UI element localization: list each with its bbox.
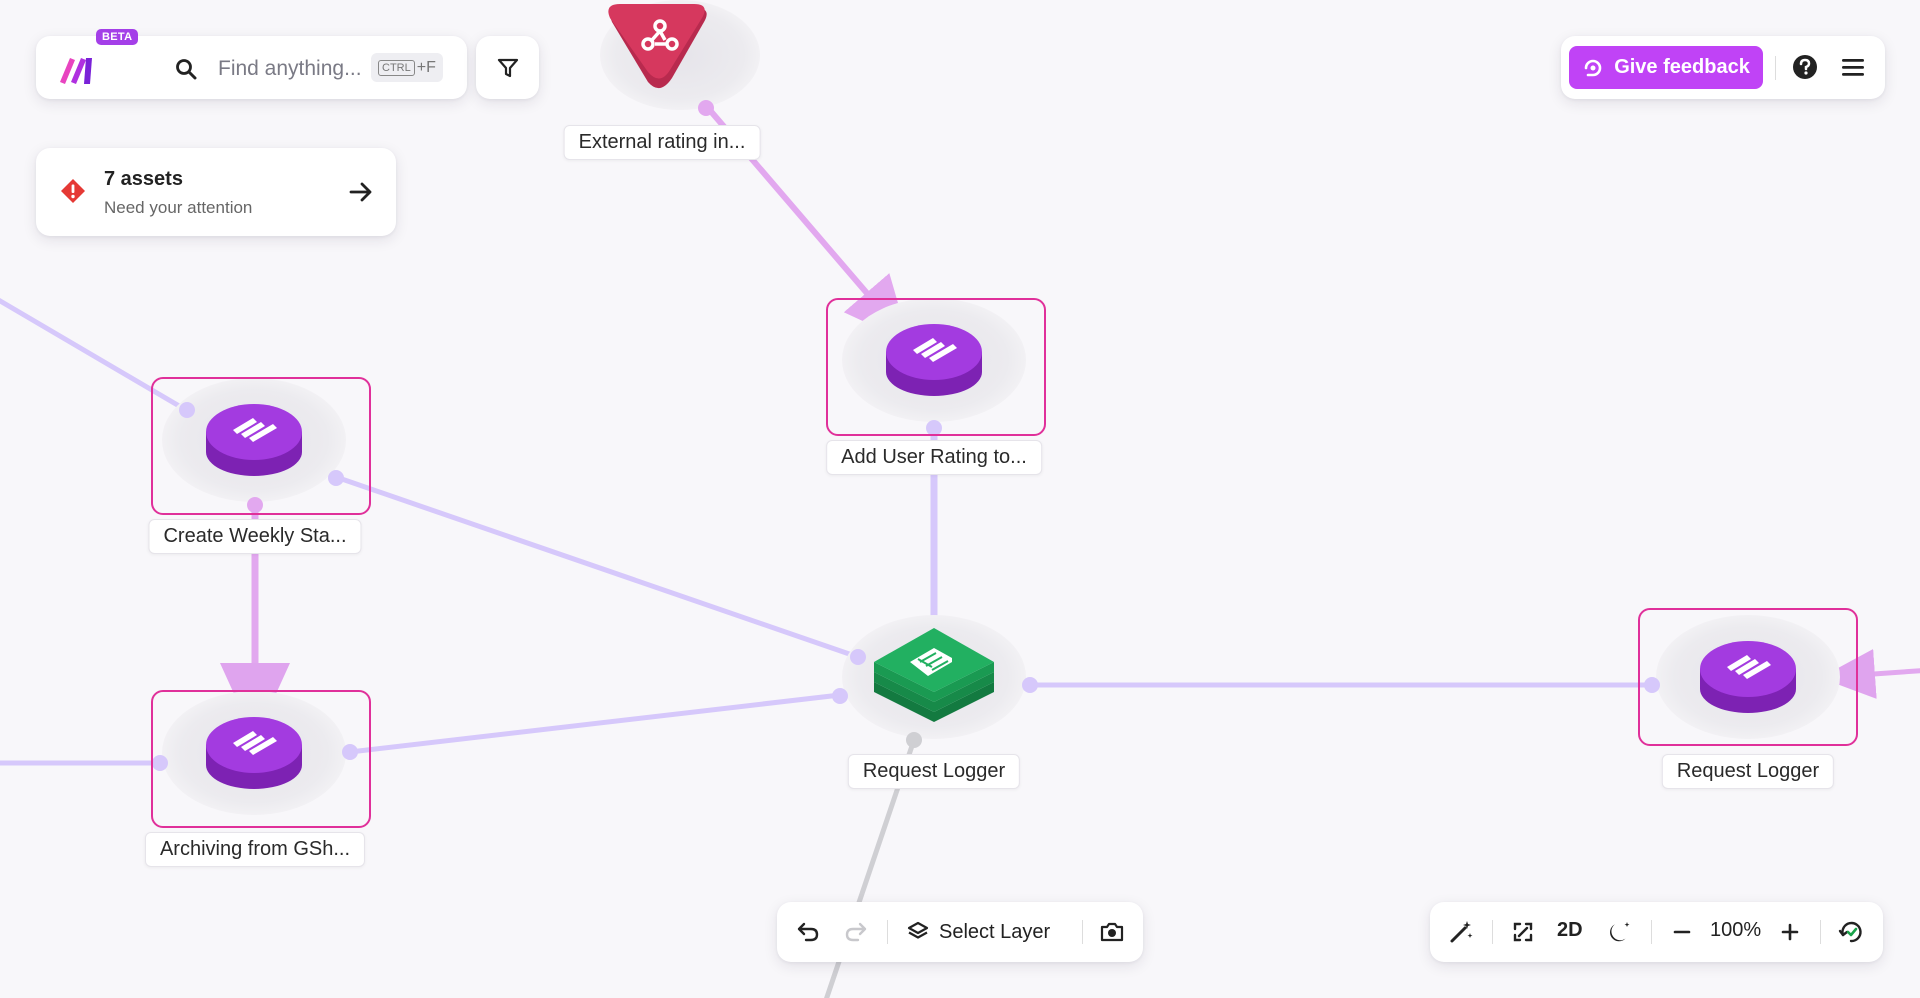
node-label-archiving[interactable]: Archiving from GSh... [144, 832, 366, 867]
shortcut-key: CTRL [378, 59, 415, 76]
feedback-icon [1584, 59, 1602, 76]
attention-alert-card[interactable]: 7 assets Need your attention [36, 148, 396, 236]
node-label-external-rating[interactable]: External rating in... [563, 125, 761, 160]
bottom-toolbar: Select Layer [777, 902, 1143, 962]
sync-check-icon [1838, 921, 1862, 943]
warning-icon [61, 179, 85, 203]
hamburger-menu-icon[interactable] [1840, 55, 1866, 79]
view-mode-toggle[interactable]: 2D [1557, 919, 1583, 942]
moon-icon [1610, 922, 1630, 942]
zoom-out-button[interactable] [1667, 917, 1697, 947]
select-layer-label: Select Layer [939, 920, 1051, 943]
divider [1775, 56, 1776, 80]
alert-subtitle: Need your attention [104, 198, 253, 217]
arrow-right-icon[interactable] [348, 180, 374, 204]
shortcut-suffix: +F [416, 58, 436, 76]
node-label-create-weekly[interactable]: Create Weekly Sta... [148, 519, 362, 554]
search-input[interactable] [216, 50, 390, 88]
plus-icon [1781, 923, 1799, 941]
divider [1651, 920, 1652, 944]
help-icon[interactable] [1791, 53, 1819, 81]
dark-mode-toggle[interactable] [1605, 917, 1635, 947]
edge-create-to-request-logger [333, 474, 861, 660]
zoom-level: 100% [1710, 919, 1762, 941]
search-bar: BETA CTRL +F [36, 29, 467, 99]
divider [887, 920, 888, 944]
make-logo[interactable] [58, 52, 98, 86]
undo-icon [797, 922, 819, 942]
give-feedback-button[interactable]: Give feedback [1569, 46, 1763, 89]
zoom-in-button[interactable] [1775, 917, 1805, 947]
magic-wand-icon [1450, 921, 1473, 943]
camera-icon [1100, 922, 1124, 942]
divider [1820, 920, 1821, 944]
alert-title: 7 assets [104, 168, 183, 190]
redo-icon [845, 922, 867, 942]
search-shortcut-hint: CTRL +F [371, 53, 443, 82]
filter-button[interactable] [476, 36, 539, 99]
select-layer-button[interactable]: Select Layer [907, 917, 1050, 947]
screenshot-button[interactable] [1097, 917, 1127, 947]
sync-status-button[interactable] [1836, 917, 1866, 947]
node-label-request-logger[interactable]: Request Logger [847, 754, 1021, 789]
node-label-add-user-rating[interactable]: Add User Rating to... [826, 440, 1042, 475]
node-selection-archiving[interactable] [151, 690, 371, 828]
view-controls: 2D 100% [1430, 902, 1883, 962]
auto-align-button[interactable] [1446, 917, 1476, 947]
expand-icon [1513, 922, 1533, 942]
node-label-request-logger-2[interactable]: Request Logger [1661, 754, 1835, 789]
beta-badge: BETA [96, 29, 139, 45]
search-icon [176, 59, 197, 80]
redo-button[interactable] [841, 917, 871, 947]
divider [1082, 920, 1083, 944]
node-selection-add-user-rating[interactable] [826, 298, 1046, 436]
filter-icon [497, 58, 518, 77]
node-selection-create-weekly[interactable] [151, 377, 371, 515]
fit-to-screen-button[interactable] [1508, 917, 1538, 947]
give-feedback-label: Give feedback [1614, 56, 1750, 78]
minus-icon [1673, 930, 1691, 934]
edge-archiving-to-request-logger [347, 692, 843, 755]
layers-icon [907, 921, 929, 939]
divider [1492, 920, 1493, 944]
node-selection-request-logger-2[interactable] [1638, 608, 1858, 746]
undo-button[interactable] [793, 917, 823, 947]
top-right-actions: Give feedback [1561, 36, 1885, 99]
